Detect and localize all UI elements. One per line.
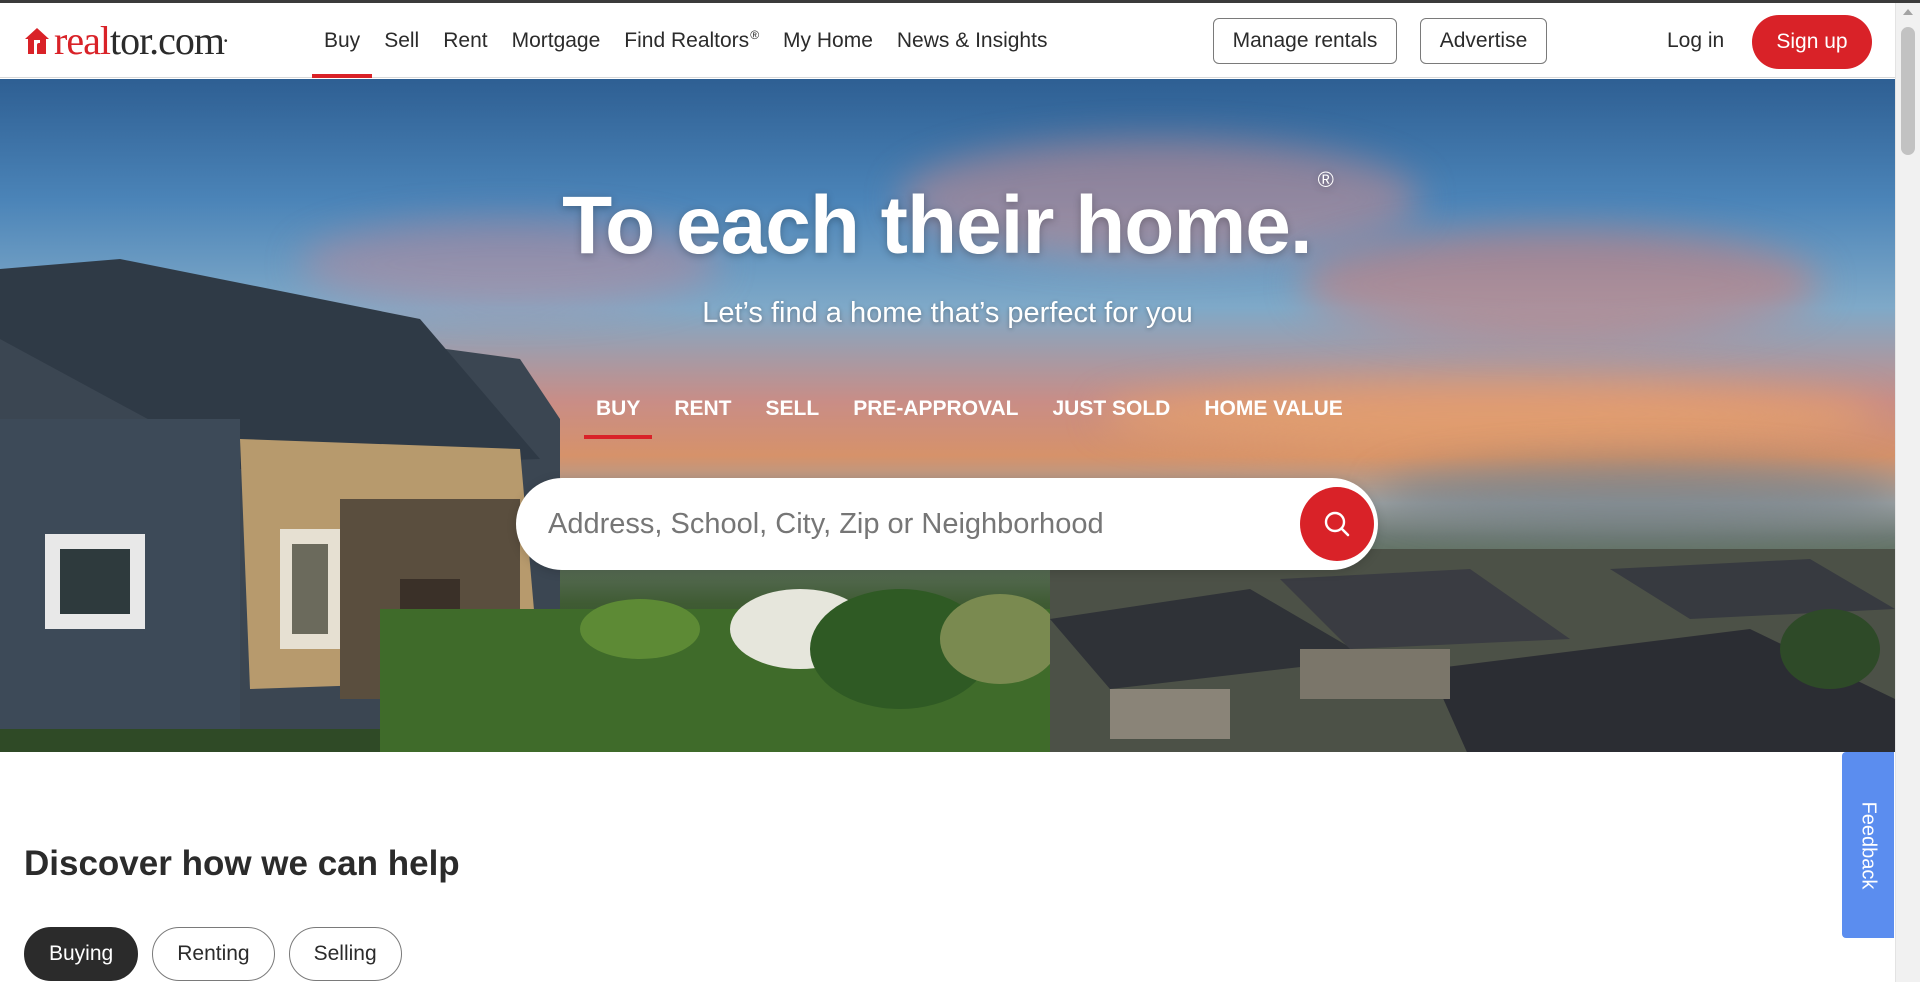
hero-registered-mark: ® xyxy=(1317,166,1334,192)
hero-banner: To each their home.® Let’s find a home t… xyxy=(0,79,1895,752)
search-input[interactable] xyxy=(548,478,1268,570)
tab-buy[interactable]: BUY xyxy=(584,397,653,439)
nav-item-my-home[interactable]: My Home xyxy=(771,3,885,78)
pill-renting[interactable]: Renting xyxy=(152,927,275,981)
site-header: realtor.com • Buy Sell Rent Mortgage Fin… xyxy=(0,3,1895,78)
pill-buying[interactable]: Buying xyxy=(24,927,139,981)
house-logo-icon xyxy=(25,28,49,54)
feedback-tab[interactable]: Feedback xyxy=(1842,752,1894,938)
advertise-button[interactable]: Advertise xyxy=(1420,18,1547,64)
nav-item-mortgage[interactable]: Mortgage xyxy=(500,3,613,78)
login-link[interactable]: Log in xyxy=(1667,18,1724,64)
discover-section-title: Discover how we can help xyxy=(24,844,460,883)
tab-pre-approval[interactable]: PRE-APPROVAL xyxy=(841,397,1030,439)
search-button[interactable] xyxy=(1300,487,1374,561)
page-scrollbar[interactable] xyxy=(1895,3,1920,982)
hero-neighborhood-image xyxy=(1050,549,1895,752)
manage-rentals-button[interactable]: Manage rentals xyxy=(1213,18,1397,64)
registered-mark: ® xyxy=(750,27,760,42)
search-bar xyxy=(516,478,1378,570)
hero-lawn-image xyxy=(380,589,1080,752)
realtor-logo[interactable]: realtor.com • xyxy=(24,21,228,61)
logo-wordmark: realtor.com xyxy=(54,18,225,63)
nav-item-news-insights[interactable]: News & Insights xyxy=(885,3,1060,78)
discover-pill-group: Buying Renting Selling xyxy=(24,927,416,981)
tab-home-value[interactable]: HOME VALUE xyxy=(1192,397,1354,439)
scroll-thumb[interactable] xyxy=(1901,27,1915,155)
tab-sell[interactable]: SELL xyxy=(754,397,832,439)
tab-rent[interactable]: RENT xyxy=(662,397,743,439)
nav-item-buy[interactable]: Buy xyxy=(312,3,373,78)
main-nav: Buy Sell Rent Mortgage Find Realtors ® My… xyxy=(312,3,1059,78)
hero-title: To each their home.® xyxy=(562,166,1334,271)
search-mode-tabs: BUY RENT SELL PRE-APPROVAL JUST SOLD HOM… xyxy=(584,397,1365,439)
nav-item-sell[interactable]: Sell xyxy=(372,3,431,78)
pill-selling[interactable]: Selling xyxy=(288,927,402,981)
tab-just-sold[interactable]: JUST SOLD xyxy=(1040,397,1182,439)
feedback-label: Feedback xyxy=(1857,801,1880,889)
hero-cloud xyxy=(1380,459,1895,529)
search-icon xyxy=(1324,511,1350,537)
nav-item-find-realtors[interactable]: Find Realtors ® xyxy=(612,3,771,78)
logo-trademark-dot: • xyxy=(224,35,228,47)
signup-button[interactable]: Sign up xyxy=(1752,15,1872,69)
scroll-up-arrow-icon[interactable] xyxy=(1903,9,1913,15)
nav-item-rent[interactable]: Rent xyxy=(431,3,499,78)
hero-subtitle: Let’s find a home that’s perfect for you xyxy=(702,297,1193,329)
